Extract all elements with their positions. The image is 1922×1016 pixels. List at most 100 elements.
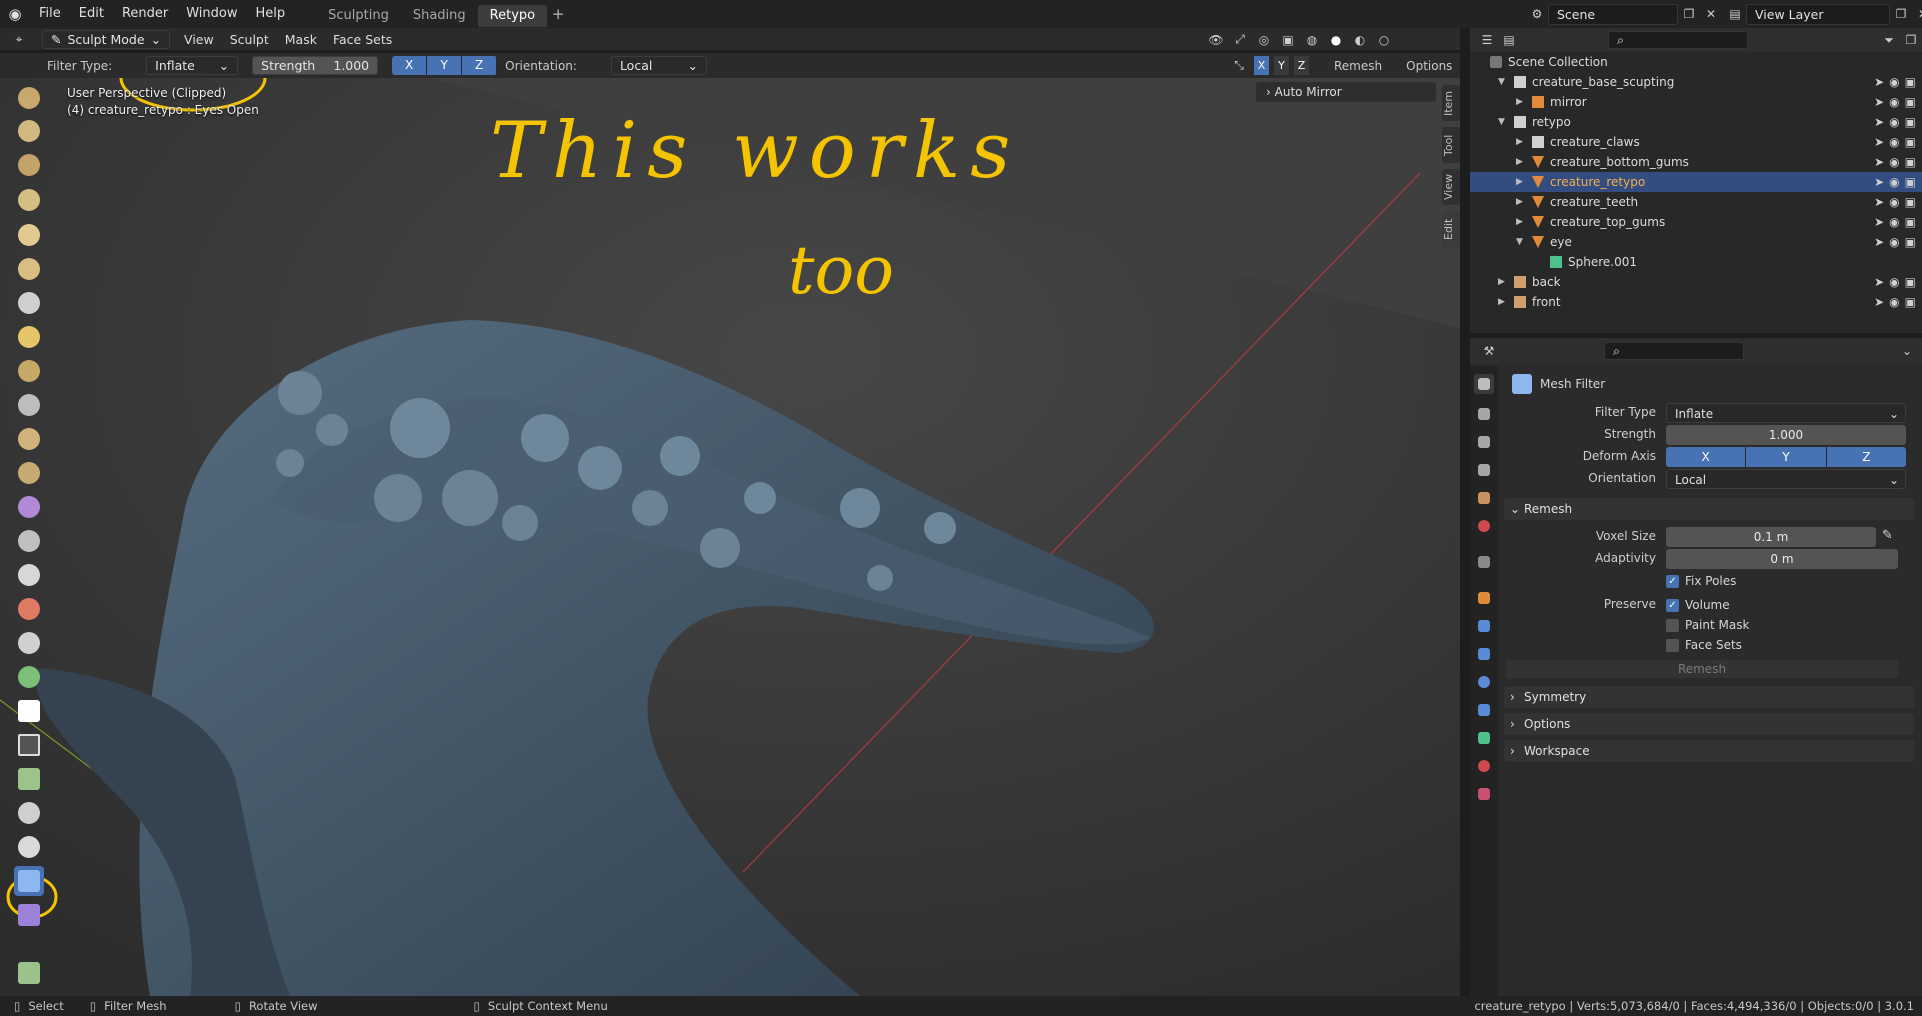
camera-icon[interactable]: ▣: [1905, 275, 1916, 289]
select-arrow-icon[interactable]: ➤: [1874, 135, 1884, 149]
sym-y-toggle[interactable]: Y: [1274, 56, 1290, 75]
menu-window[interactable]: Window: [177, 0, 246, 28]
select-arrow-icon[interactable]: ➤: [1874, 175, 1884, 189]
object-tab-icon[interactable]: [1474, 588, 1494, 608]
expand-right-icon[interactable]: ▶: [1516, 137, 1523, 147]
auto-mirror-panel[interactable]: › Auto Mirror: [1256, 82, 1436, 102]
strength-field[interactable]: 1.000: [1666, 425, 1906, 445]
face-sets-checkbox[interactable]: Face Sets: [1666, 635, 1866, 655]
remesh-button[interactable]: Remesh: [1506, 660, 1898, 678]
menu-help[interactable]: Help: [247, 0, 295, 28]
box-mask-icon[interactable]: [14, 730, 44, 760]
properties-editor-icon[interactable]: ⚒: [1478, 341, 1500, 362]
collection-tab-icon[interactable]: [1474, 552, 1494, 572]
outliner-row[interactable]: ▶ creature_teeth ➤ ◉ ▣: [1470, 192, 1922, 212]
outliner-editor-icon[interactable]: ☰: [1476, 30, 1498, 51]
orientation-dropdown[interactable]: Local ⌄: [610, 56, 707, 75]
smooth-brush-icon[interactable]: [14, 390, 44, 420]
deform-axis-y[interactable]: Y: [1746, 447, 1827, 467]
filter-type-dropdown[interactable]: Inflate ⌄: [146, 56, 239, 75]
tab-shading[interactable]: Shading: [401, 5, 478, 27]
camera-icon[interactable]: ▣: [1905, 115, 1916, 129]
expand-right-icon[interactable]: ▶: [1516, 97, 1523, 107]
modifier-tab-icon[interactable]: [1474, 616, 1494, 636]
overlay-icon[interactable]: ◎: [1253, 29, 1275, 50]
menu-sculpt[interactable]: Sculpt: [222, 32, 277, 47]
expand-right-icon[interactable]: ▶: [1498, 277, 1505, 287]
delete-scene-icon[interactable]: ✕: [1700, 4, 1722, 25]
menu-view[interactable]: View: [176, 32, 222, 47]
eye-icon[interactable]: ◉: [1889, 235, 1899, 249]
tool-tab-icon[interactable]: [1474, 374, 1494, 394]
options-panel-header[interactable]: › Options: [1504, 713, 1914, 735]
select-arrow-icon[interactable]: ➤: [1874, 275, 1884, 289]
scene-icon[interactable]: ⚙: [1526, 4, 1548, 25]
orientation-select[interactable]: Local ⌄: [1666, 469, 1906, 489]
paint-mask-checkbox[interactable]: Paint Mask: [1666, 615, 1866, 635]
scene-tab-icon[interactable]: [1474, 488, 1494, 508]
camera-icon[interactable]: ▣: [1905, 215, 1916, 229]
select-arrow-icon[interactable]: ➤: [1874, 195, 1884, 209]
view-layer-tab-icon[interactable]: [1474, 460, 1494, 480]
filter-type-select[interactable]: Inflate ⌄: [1666, 403, 1906, 423]
clay-brush-icon[interactable]: [14, 150, 44, 180]
grab-brush-icon[interactable]: [14, 594, 44, 624]
outliner-row[interactable]: ▼ retypo ➤ ◉ ▣: [1470, 112, 1922, 132]
add-workspace-button[interactable]: +: [547, 5, 569, 23]
inflate-brush-icon[interactable]: [14, 288, 44, 318]
camera-icon[interactable]: ▣: [1905, 175, 1916, 189]
outliner-row[interactable]: ▶ front ➤ ◉ ▣: [1470, 292, 1922, 312]
tab-tool[interactable]: Tool: [1442, 127, 1460, 163]
new-scene-icon[interactable]: ❐: [1678, 4, 1700, 25]
tab-item[interactable]: Item: [1442, 85, 1460, 121]
camera-icon[interactable]: ▣: [1905, 75, 1916, 89]
layer-brush-icon[interactable]: [14, 254, 44, 284]
tab-retypo[interactable]: Retypo: [477, 4, 548, 27]
eye-icon[interactable]: ◉: [1889, 155, 1899, 169]
mesh-filter-icon-alt[interactable]: [14, 798, 44, 828]
scrape-brush-icon[interactable]: [14, 492, 44, 522]
mirror-icon[interactable]: ⤡: [1228, 55, 1250, 76]
camera-icon[interactable]: ▣: [1905, 195, 1916, 209]
axis-z-toggle[interactable]: Z: [462, 56, 498, 75]
render-tab-icon[interactable]: [1474, 404, 1494, 424]
draw-brush-icon[interactable]: [14, 83, 44, 113]
camera-icon[interactable]: ▣: [1905, 135, 1916, 149]
expand-right-icon[interactable]: ▶: [1516, 217, 1523, 227]
physics-tab-icon[interactable]: [1474, 672, 1494, 692]
outliner-row[interactable]: ▶ creature_top_gums ➤ ◉ ▣: [1470, 212, 1922, 232]
eye-icon[interactable]: ◉: [1889, 175, 1899, 189]
preserve-volume-checkbox[interactable]: ✓ Volume: [1666, 595, 1866, 615]
sym-z-toggle[interactable]: Z: [1294, 56, 1310, 75]
menu-render[interactable]: Render: [113, 0, 177, 28]
voxel-size-field[interactable]: 0.1 m: [1666, 527, 1876, 547]
expand-right-icon[interactable]: ▶: [1498, 297, 1505, 307]
fix-poles-checkbox[interactable]: ✓ Fix Poles: [1666, 571, 1866, 591]
particles-tab-icon[interactable]: [1474, 644, 1494, 664]
remesh-popover[interactable]: Remesh: [1334, 59, 1382, 73]
3d-viewport[interactable]: User Perspective (Clipped) (4) creature_…: [0, 78, 1460, 996]
scene-field[interactable]: Scene: [1548, 3, 1678, 25]
mode-dropdown[interactable]: ✎ Sculpt Mode ⌄: [42, 29, 171, 49]
select-arrow-icon[interactable]: ➤: [1874, 215, 1884, 229]
face-set-icon[interactable]: [14, 764, 44, 794]
tab-view[interactable]: View: [1442, 169, 1460, 205]
properties-search-input[interactable]: ⌕: [1604, 342, 1744, 360]
eye-icon[interactable]: ◉: [1889, 135, 1899, 149]
outliner-row[interactable]: Sphere.001: [1470, 252, 1922, 272]
axis-y-toggle[interactable]: Y: [427, 56, 463, 75]
view-layer-field[interactable]: View Layer: [1746, 3, 1890, 25]
deform-axis-z[interactable]: Z: [1826, 447, 1906, 467]
symmetry-panel-header[interactable]: › Symmetry: [1504, 686, 1914, 708]
mask-brush-icon[interactable]: [14, 696, 44, 726]
deform-axis-x[interactable]: X: [1666, 447, 1747, 467]
fill-brush-icon[interactable]: [14, 458, 44, 488]
tab-sculpting[interactable]: Sculpting: [316, 5, 401, 27]
wireframe-shading-icon[interactable]: ◍: [1301, 29, 1323, 50]
flatten-brush-icon[interactable]: [14, 424, 44, 454]
outliner-root[interactable]: Scene Collection: [1470, 52, 1922, 72]
draw-sharp-brush-icon[interactable]: [14, 116, 44, 146]
expand-down-icon[interactable]: ▼: [1516, 237, 1523, 247]
clay-strips-brush-icon[interactable]: [14, 185, 44, 215]
blob-brush-icon[interactable]: [14, 322, 44, 352]
